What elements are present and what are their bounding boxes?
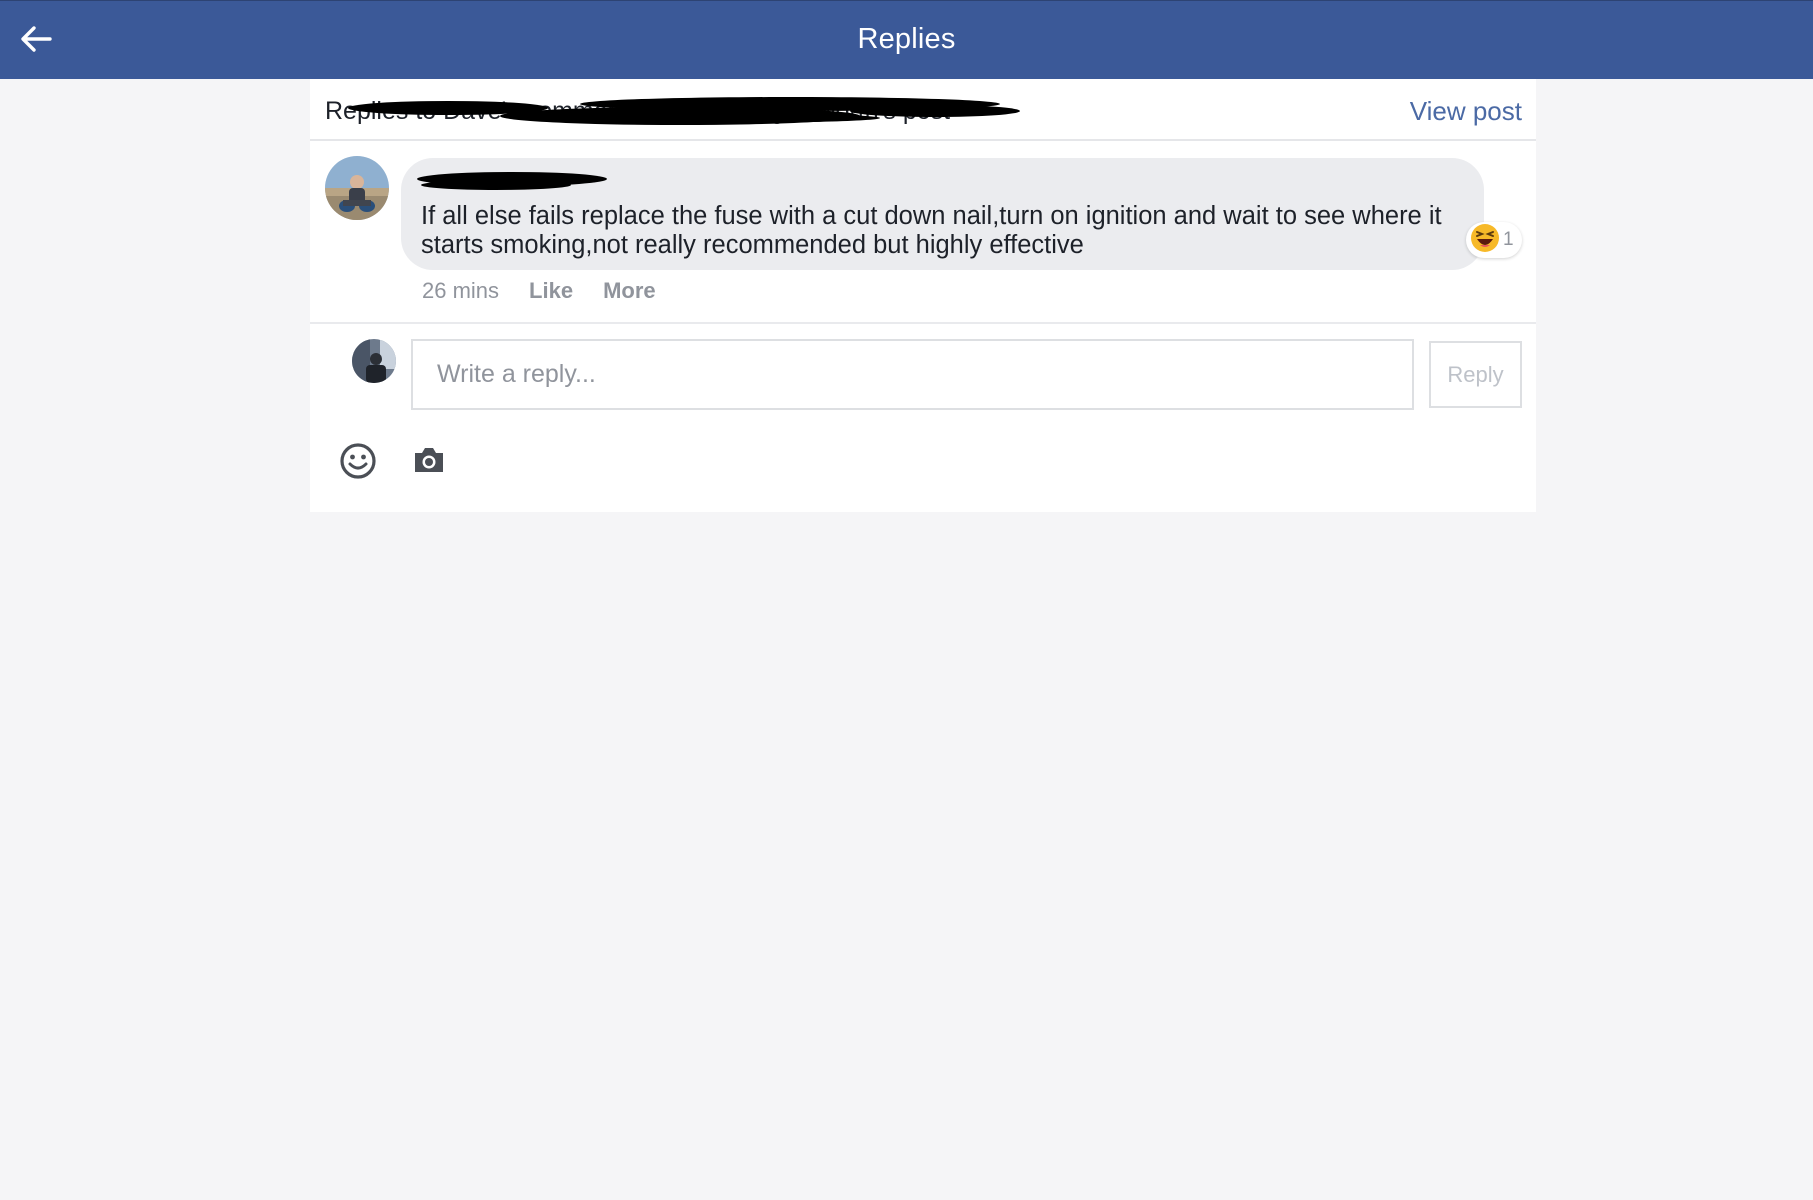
reaction-badge[interactable]: 1 [1466,222,1522,258]
comment-meta: 26 mins Like More [422,278,656,304]
reply-input[interactable] [411,339,1414,410]
divider [310,322,1536,324]
replies-panel: Replies to Dave's comment on Larry Knigh… [310,79,1536,512]
reply-button[interactable]: Reply [1429,341,1522,408]
user-avatar [352,339,396,383]
like-button[interactable]: Like [529,278,573,304]
page-title: Replies [857,23,956,55]
laughing-face-icon [1470,223,1500,258]
comment-text: If all else fails replace the fuse with … [421,202,1442,259]
reaction-count: 1 [1503,229,1514,250]
view-post-link[interactable]: View post [1410,96,1522,127]
commenter-avatar[interactable] [325,156,389,220]
comment-timestamp[interactable]: 26 mins [422,278,499,304]
camera-icon[interactable] [412,445,446,480]
context-bar: Replies to Dave's comment on Larry Knigh… [310,79,1536,141]
smiley-icon[interactable] [339,442,377,485]
comment-bubble[interactable]: If all else fails replace the fuse with … [401,158,1484,270]
top-bar: Replies [0,0,1813,79]
more-button[interactable]: More [603,278,656,304]
